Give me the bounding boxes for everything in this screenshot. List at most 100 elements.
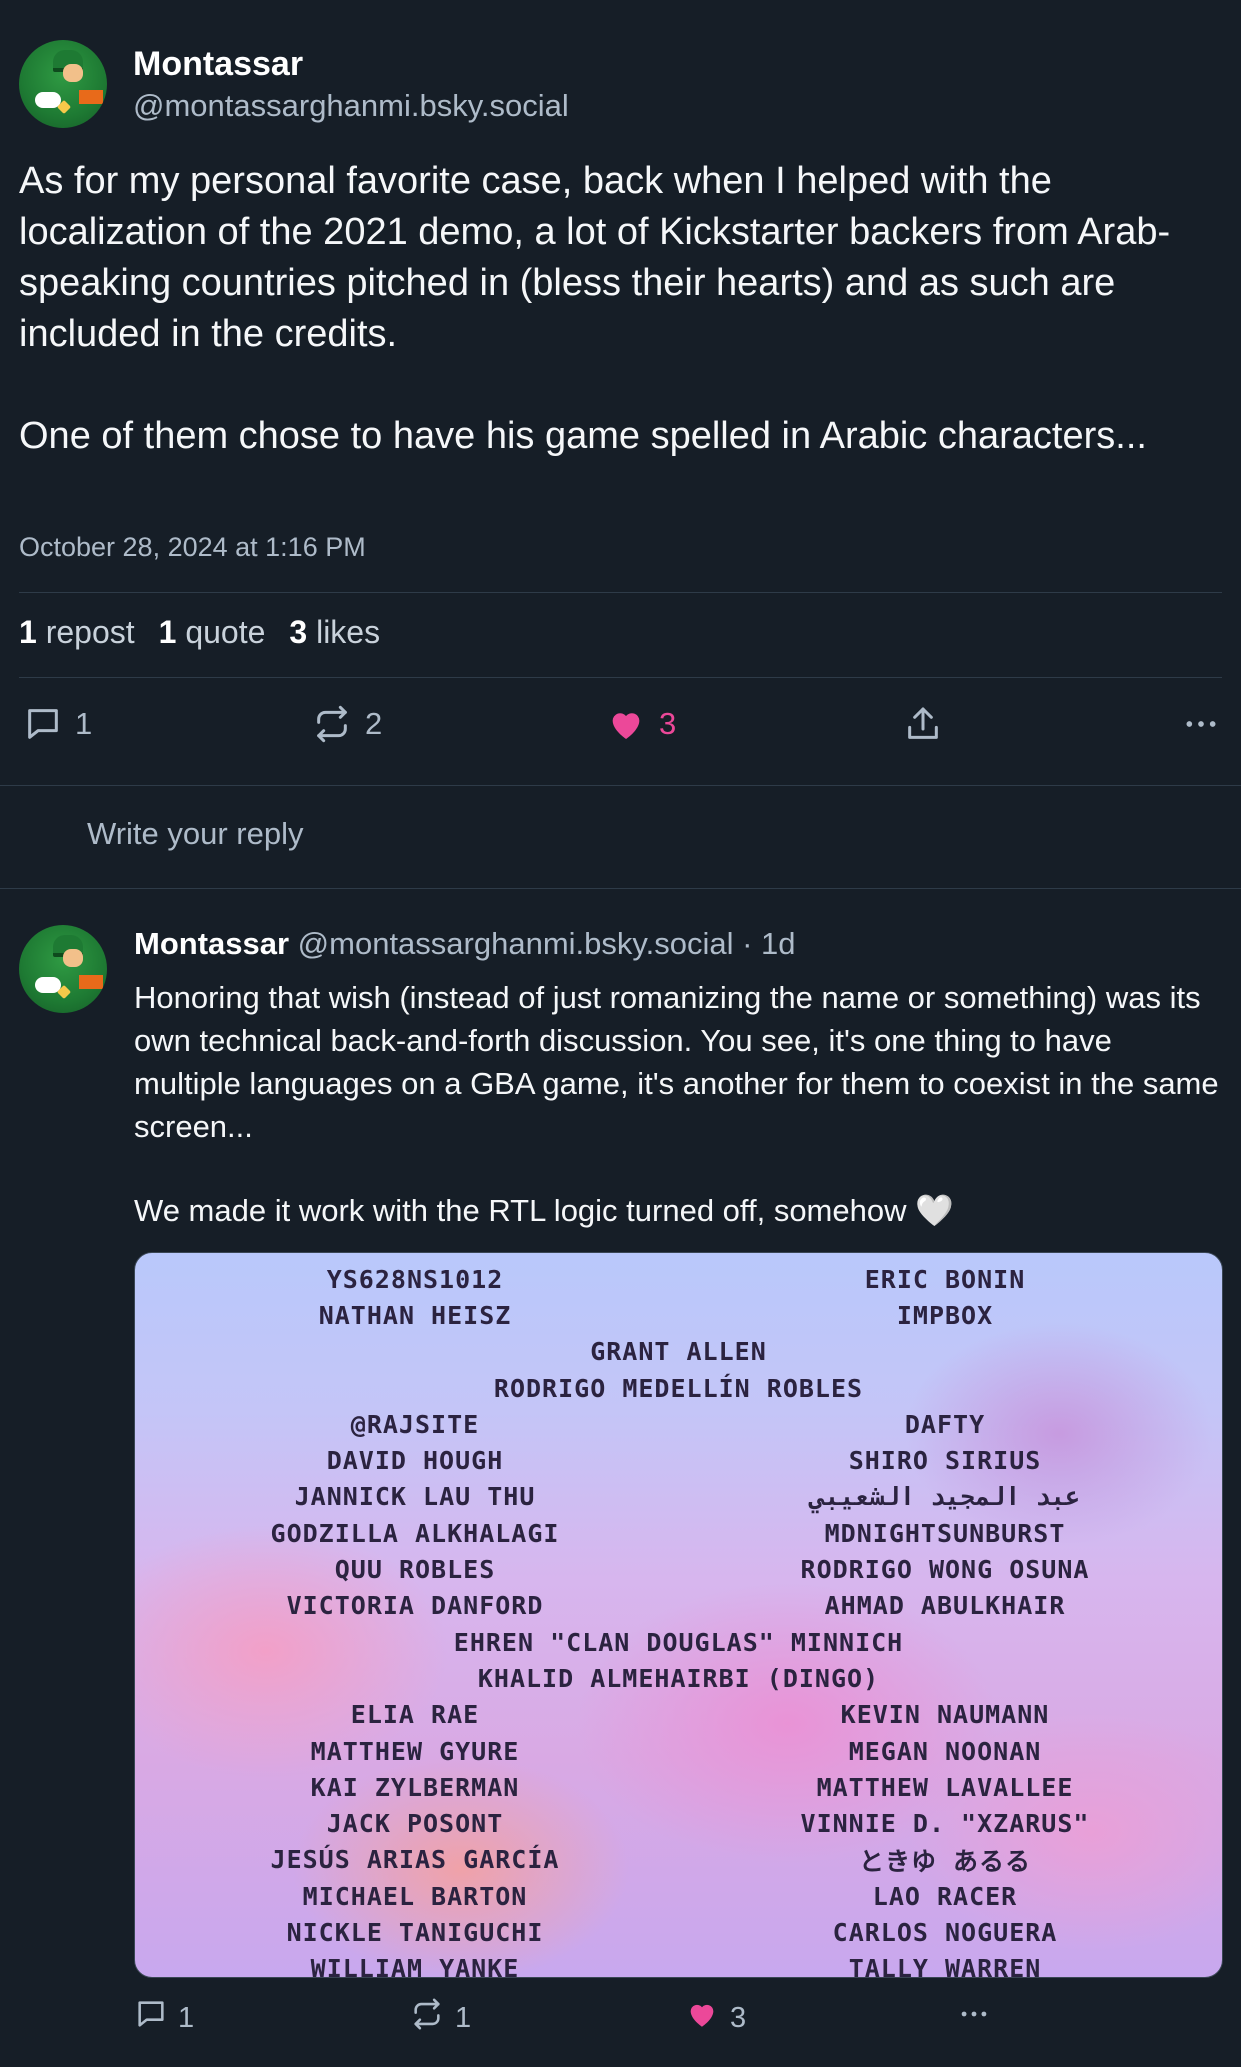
credit-row: EHREN "CLAN DOUGLAS" MINNICH — [135, 1624, 1222, 1660]
post-timestamp: October 28, 2024 at 1:16 PM — [19, 532, 366, 562]
like-button[interactable]: 3 — [605, 704, 676, 744]
repost-icon — [409, 1997, 445, 2039]
credit-row: YS628NS1012 ERIC BONIN — [135, 1261, 1222, 1297]
credit-name-left: DAVID HOUGH — [326, 1446, 504, 1476]
credit-name: RODRIGO MEDELLÍN ROBLES — [493, 1373, 864, 1403]
reply-repost-button[interactable]: 1 — [409, 1997, 471, 2039]
reply-more-options-button[interactable] — [954, 1997, 994, 2039]
reply-author-handle[interactable]: @montassarghanmi.bsky.social — [298, 926, 734, 961]
reply-like-button[interactable]: 3 — [684, 1997, 746, 2039]
divider — [19, 592, 1222, 593]
credit-row: RODRIGO MEDELLÍN ROBLES — [135, 1370, 1222, 1406]
share-icon — [903, 704, 943, 744]
reply-input[interactable]: Write your reply — [87, 816, 304, 852]
credit-row: KAI ZYLBERMAN MATTHEW LAVALLEE — [135, 1769, 1222, 1805]
credit-name-right: MDNIGHTSUNBURST — [824, 1518, 1066, 1548]
credit-row: MICHAEL BARTON LAO RACER — [135, 1878, 1222, 1914]
credit-name-left: NICKLE TANIGUCHI — [286, 1917, 544, 1947]
credit-name-right: MATTHEW LAVALLEE — [816, 1772, 1074, 1802]
separator-dot: · — [742, 926, 753, 961]
share-button[interactable] — [903, 704, 943, 744]
reply-paragraph-2: We made it work with the RTL logic turne… — [134, 1193, 954, 1228]
credit-row: DAVID HOUGH SHIRO SIRIUS — [135, 1442, 1222, 1478]
reply-like-count: 3 — [730, 2001, 747, 2034]
credit-row: JANNICK LAU THU عبد المجيد الشعيبي — [135, 1479, 1222, 1515]
credit-name-right: MEGAN NOONAN — [848, 1736, 1042, 1766]
credit-name-right: VINNIE D. "XZARUS" — [800, 1809, 1090, 1839]
divider — [0, 888, 1241, 889]
repost-stat[interactable]: 1 repost — [19, 614, 135, 651]
credits-screenshot-image[interactable]: YS628NS1012 ERIC BONIN NATHAN HEISZ IMPBOX G… — [134, 1252, 1223, 1978]
post-body: As for my personal favorite case, back w… — [19, 156, 1219, 462]
credit-name-right: عبد المجيد الشعيبي — [809, 1482, 1081, 1512]
more-options-button[interactable] — [1180, 704, 1222, 744]
credit-row: WILLIAM YANKE TALLY WARREN — [135, 1951, 1222, 1978]
reply-paragraph-1: Honoring that wish (instead of just roma… — [134, 980, 1219, 1144]
heart-filled-icon — [605, 704, 647, 744]
author-avatar[interactable] — [19, 40, 107, 128]
reply-repost-count: 1 — [455, 2001, 472, 2034]
thread-view: Montassar @montassarghanmi.bsky.social A… — [0, 0, 1241, 2067]
credit-name-left: JESÚS ARIAS GARCÍA — [270, 1845, 560, 1875]
post-paragraph-1: As for my personal favorite case, back w… — [19, 160, 1171, 355]
reply-author-avatar[interactable] — [19, 925, 107, 1013]
credit-name-left: VICTORIA DANFORD — [286, 1591, 544, 1621]
author-handle[interactable]: @montassarghanmi.bsky.social — [133, 88, 569, 124]
credit-row: @RAJSITE DAFTY — [135, 1406, 1222, 1442]
credit-row: QUU ROBLES RODRIGO WONG OSUNA — [135, 1551, 1222, 1587]
credits-list: YS628NS1012 ERIC BONIN NATHAN HEISZ IMPBOX G… — [135, 1261, 1222, 1978]
more-dots-icon — [954, 1997, 994, 2039]
credit-row: JACK POSONT VINNIE D. "XZARUS" — [135, 1805, 1222, 1841]
credit-name-right: ERIC BONIN — [864, 1264, 1026, 1294]
reply-button[interactable]: 1 — [23, 704, 92, 744]
credit-name-left: WILLIAM YANKE — [310, 1954, 520, 1978]
reply-header: Montassar @montassarghanmi.bsky.social ·… — [134, 926, 796, 962]
quote-stat[interactable]: 1 quote — [159, 614, 266, 651]
credit-name: GRANT ALLEN — [590, 1337, 767, 1367]
reply-author-name[interactable]: Montassar — [134, 926, 289, 961]
credit-name-left: ELIA RAE — [350, 1700, 480, 1730]
repost-count: 2 — [365, 706, 383, 741]
divider — [19, 677, 1222, 678]
credit-name-left: NATHAN HEISZ — [318, 1300, 512, 1330]
credit-row: MATTHEW GYURE MEGAN NOONAN — [135, 1733, 1222, 1769]
credit-name-right: LAO RACER — [872, 1881, 1018, 1911]
reply-actions: 1 1 3 — [134, 1997, 1221, 2039]
credit-name-left: @RAJSITE — [350, 1409, 480, 1439]
credit-name: EHREN "CLAN DOUGLAS" MINNICH — [453, 1627, 904, 1657]
credit-row: GODZILLA ALKHALAGI MDNIGHTSUNBURST — [135, 1515, 1222, 1551]
credit-name-left: JACK POSONT — [326, 1809, 504, 1839]
credit-row: NICKLE TANIGUCHI CARLOS NOGUERA — [135, 1914, 1222, 1950]
credit-row: VICTORIA DANFORD AHMAD ABULKHAIR — [135, 1588, 1222, 1624]
credit-name-left: GODZILLA ALKHALAGI — [270, 1518, 560, 1548]
credit-row: ELIA RAE KEVIN NAUMANN — [135, 1697, 1222, 1733]
credit-name-left: MATTHEW GYURE — [310, 1736, 520, 1766]
repost-button[interactable]: 2 — [311, 704, 382, 744]
credit-row: GRANT ALLEN — [135, 1334, 1222, 1370]
credit-name-right: KEVIN NAUMANN — [840, 1700, 1050, 1730]
reply-reply-button[interactable]: 1 — [134, 1997, 194, 2039]
heart-filled-icon — [684, 1997, 720, 2039]
credit-row: KHALID ALMEHAIRBI (DINGO) — [135, 1660, 1222, 1696]
credit-name-right: AHMAD ABULKHAIR — [824, 1591, 1066, 1621]
comment-icon — [23, 704, 63, 744]
credit-row: NATHAN HEISZ IMPBOX — [135, 1297, 1222, 1333]
credit-name-right: RODRIGO WONG OSUNA — [800, 1555, 1090, 1585]
reply-count: 1 — [75, 706, 93, 741]
more-dots-icon — [1180, 704, 1222, 744]
credit-name-right: SHIRO SIRIUS — [848, 1446, 1042, 1476]
credit-name-left: KAI ZYLBERMAN — [310, 1772, 520, 1802]
repost-icon — [311, 704, 353, 744]
like-count: 3 — [659, 706, 677, 741]
post-header: Montassar @montassarghanmi.bsky.social — [19, 40, 569, 128]
credit-name-right: TALLY WARREN — [848, 1954, 1042, 1978]
like-stat[interactable]: 3 likes — [289, 614, 380, 651]
credit-row: JESÚS ARIAS GARCÍA ときゆ あるる — [135, 1842, 1222, 1878]
reply-age: 1d — [761, 926, 796, 961]
credit-name-left: MICHAEL BARTON — [302, 1881, 528, 1911]
credit-name-right: CARLOS NOGUERA — [832, 1917, 1058, 1947]
author-name[interactable]: Montassar — [133, 45, 569, 84]
post-actions: 1 2 3 — [19, 704, 1222, 754]
credit-name-right: ときゆ あるる — [858, 1846, 1032, 1876]
credit-name-right: IMPBOX — [896, 1300, 994, 1330]
